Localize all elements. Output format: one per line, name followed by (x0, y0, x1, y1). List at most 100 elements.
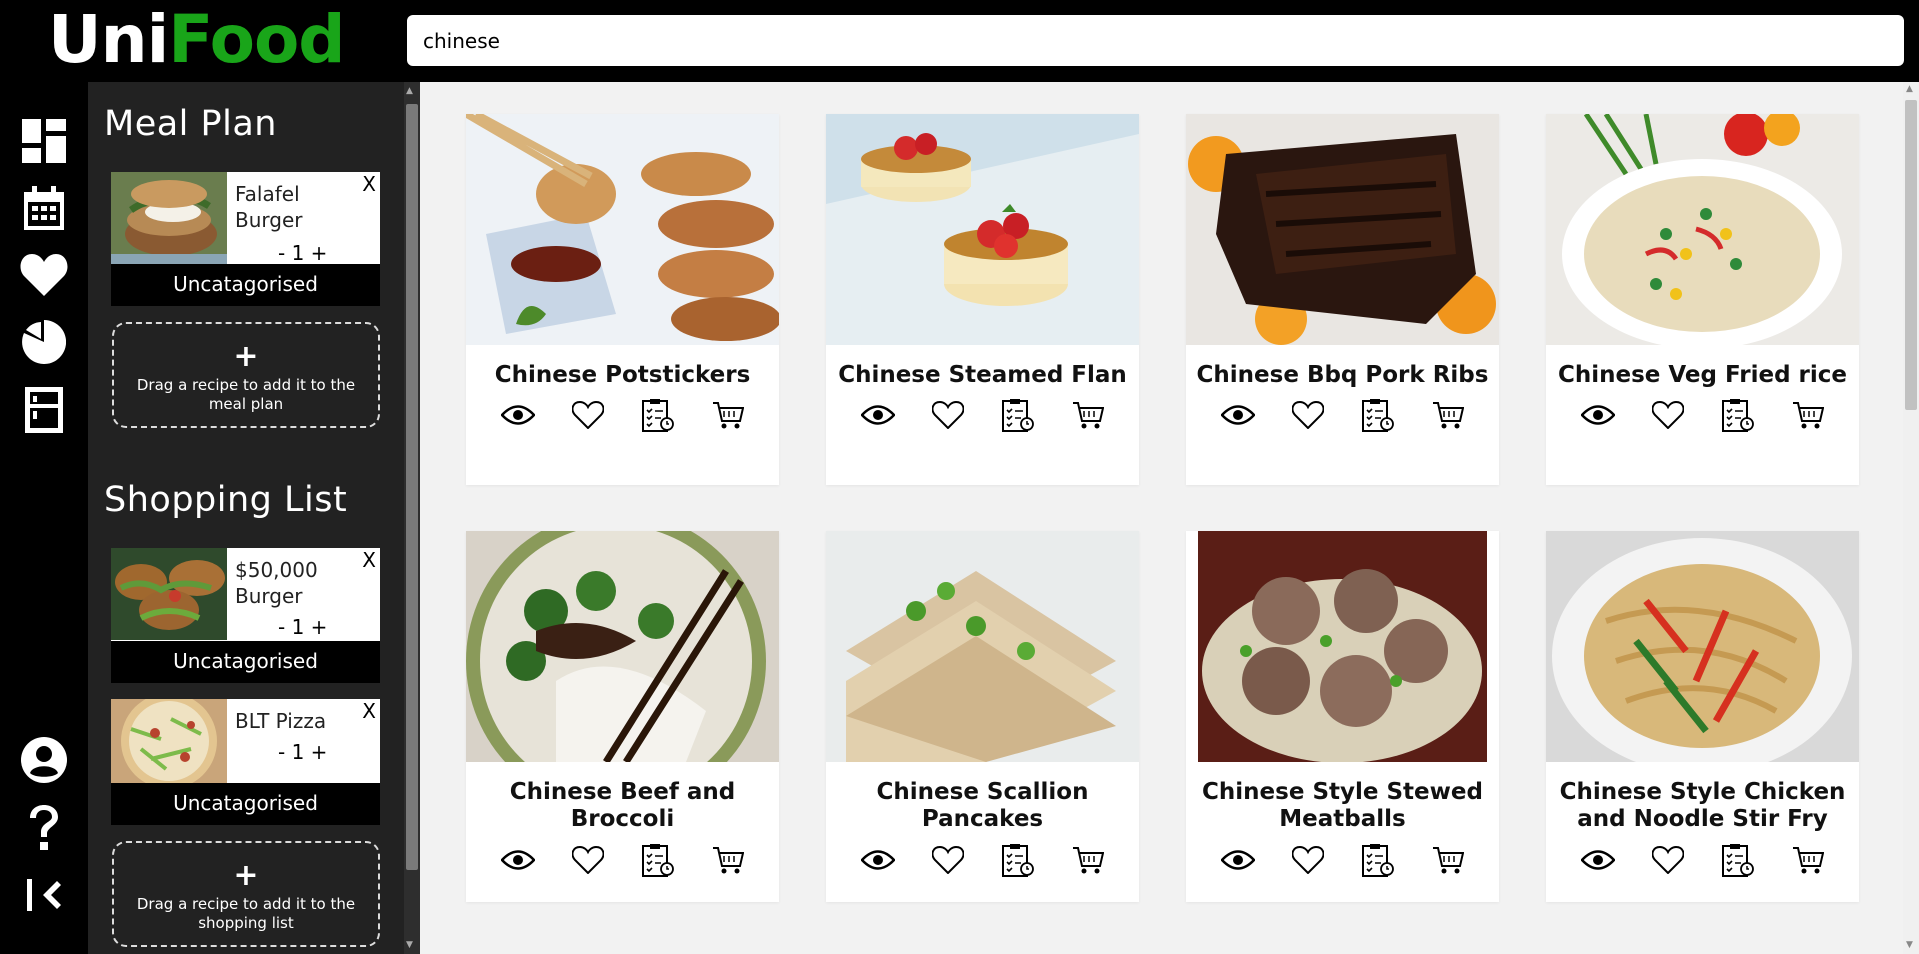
add-to-meal-plan-icon[interactable] (641, 398, 675, 432)
meal-plan-drop-zone[interactable]: + Drag a recipe to add it to the meal pl… (112, 322, 380, 428)
meal-plan-item[interactable]: Falafel Burger X - 1 + Uncatagorised (111, 172, 380, 306)
shopping-list-drop-zone[interactable]: + Drag a recipe to add it to the shoppin… (112, 841, 380, 947)
recipe-card[interactable]: Chinese Style Chicken and Noodle Stir Fr… (1546, 531, 1859, 902)
card-actions (466, 843, 779, 877)
add-to-cart-icon[interactable] (1431, 843, 1465, 877)
drop-text: Drag a recipe to add it to the meal plan (136, 376, 356, 413)
card-actions (826, 398, 1139, 432)
view-icon[interactable] (1580, 843, 1615, 877)
remove-item-button[interactable]: X (362, 548, 376, 572)
recipe-card[interactable]: Chinese Potstickers (466, 114, 779, 485)
scroll-down-icon[interactable]: ▼ (1906, 940, 1913, 950)
favorite-icon[interactable] (931, 843, 965, 877)
add-to-cart-icon[interactable] (1071, 398, 1105, 432)
recipe-card[interactable]: Chinese Veg Fried rice (1546, 114, 1859, 485)
shopping-list-item[interactable]: $50,000 Burger X - 1 + Uncatagorised (111, 548, 380, 683)
view-icon[interactable] (1220, 843, 1255, 877)
card-actions (1186, 843, 1499, 877)
remove-item-button[interactable]: X (362, 699, 376, 723)
category-label[interactable]: Uncatagorised (111, 264, 380, 306)
view-icon[interactable] (500, 398, 535, 432)
add-to-cart-icon[interactable] (1071, 843, 1105, 877)
add-to-meal-plan-icon[interactable] (1001, 843, 1035, 877)
recipe-title[interactable]: Chinese Style Chicken and Noodle Stir Fr… (1554, 779, 1851, 833)
recipe-photo (1546, 114, 1859, 345)
heart-icon[interactable] (18, 249, 70, 301)
logo-food: Food (168, 1, 345, 78)
category-label[interactable]: Uncatagorised (111, 641, 380, 683)
add-to-meal-plan-icon[interactable] (1361, 843, 1395, 877)
recipe-card[interactable]: Chinese Scallion Pancakes (826, 531, 1139, 902)
view-icon[interactable] (500, 843, 535, 877)
item-name: Falafel Burger (235, 182, 303, 232)
recipe-card[interactable]: Chinese Steamed Flan (826, 114, 1139, 485)
recipe-title[interactable]: Chinese Beef and Broccoli (474, 779, 771, 833)
add-to-meal-plan-icon[interactable] (1001, 398, 1035, 432)
card-actions (466, 398, 779, 432)
add-to-cart-icon[interactable] (1791, 843, 1825, 877)
collapse-icon[interactable] (18, 869, 70, 921)
recipe-title[interactable]: Chinese Veg Fried rice (1554, 362, 1851, 389)
favorite-icon[interactable] (571, 843, 605, 877)
item-name: BLT Pizza (235, 709, 327, 733)
recipe-card[interactable]: Chinese Bbq Pork Ribs (1186, 114, 1499, 485)
view-icon[interactable] (860, 398, 895, 432)
favorite-icon[interactable] (1651, 843, 1685, 877)
view-icon[interactable] (860, 843, 895, 877)
recipe-photo (826, 114, 1139, 345)
recipe-photo (466, 531, 779, 762)
icon-rail (0, 82, 88, 954)
card-actions (1546, 398, 1859, 432)
recipe-title[interactable]: Chinese Style Stewed Meatballs (1194, 779, 1491, 833)
app-logo[interactable]: UniFood (48, 1, 346, 78)
card-actions (1186, 398, 1499, 432)
remove-item-button[interactable]: X (362, 172, 376, 196)
scroll-down-icon[interactable]: ▼ (406, 940, 413, 950)
meal-plan-title: Meal Plan (104, 104, 277, 144)
recipe-title[interactable]: Chinese Bbq Pork Ribs (1194, 362, 1491, 389)
favorite-icon[interactable] (1291, 398, 1325, 432)
add-to-meal-plan-icon[interactable] (1721, 843, 1755, 877)
calendar-icon[interactable] (18, 182, 70, 234)
fridge-icon[interactable] (18, 384, 70, 436)
user-icon[interactable] (18, 734, 70, 786)
recipe-title[interactable]: Chinese Potstickers (474, 362, 771, 389)
favorite-icon[interactable] (571, 398, 605, 432)
drop-plus: + (233, 339, 259, 374)
add-to-meal-plan-icon[interactable] (641, 843, 675, 877)
favorite-icon[interactable] (1651, 398, 1685, 432)
scroll-up-icon[interactable]: ▲ (1906, 84, 1913, 94)
favorite-icon[interactable] (1291, 843, 1325, 877)
recipe-card[interactable]: Chinese Style Stewed Meatballs (1186, 531, 1499, 902)
recipe-title[interactable]: Chinese Scallion Pancakes (834, 779, 1131, 833)
view-icon[interactable] (1580, 398, 1615, 432)
add-to-cart-icon[interactable] (711, 398, 745, 432)
recipe-card[interactable]: Chinese Beef and Broccoli (466, 531, 779, 902)
shopping-list-title: Shopping List (104, 480, 348, 520)
card-actions (826, 843, 1139, 877)
drop-text: Drag a recipe to add it to the shopping … (136, 895, 356, 932)
recipe-thumbnail (111, 548, 227, 640)
card-actions (1546, 843, 1859, 877)
quantity-stepper[interactable]: - 1 + (278, 615, 327, 639)
add-to-cart-icon[interactable] (1791, 398, 1825, 432)
add-to-meal-plan-icon[interactable] (1361, 398, 1395, 432)
category-label[interactable]: Uncatagorised (111, 783, 380, 825)
dashboard-icon[interactable] (18, 115, 70, 167)
side-panel-scrollbar-thumb[interactable] (406, 104, 418, 870)
recipe-title[interactable]: Chinese Steamed Flan (834, 362, 1131, 389)
main-scrollbar-thumb[interactable] (1905, 100, 1917, 410)
drop-plus: + (233, 858, 259, 893)
quantity-stepper[interactable]: - 1 + (278, 740, 327, 764)
help-icon[interactable] (18, 802, 70, 854)
view-icon[interactable] (1220, 398, 1255, 432)
quantity-stepper[interactable]: - 1 + (278, 241, 327, 265)
add-to-cart-icon[interactable] (1431, 398, 1465, 432)
favorite-icon[interactable] (931, 398, 965, 432)
pie-chart-icon[interactable] (18, 316, 70, 368)
scroll-up-icon[interactable]: ▲ (406, 86, 413, 96)
add-to-meal-plan-icon[interactable] (1721, 398, 1755, 432)
add-to-cart-icon[interactable] (711, 843, 745, 877)
search-input[interactable] (407, 15, 1904, 66)
shopping-list-item[interactable]: BLT Pizza X - 1 + Uncatagorised (111, 699, 380, 825)
